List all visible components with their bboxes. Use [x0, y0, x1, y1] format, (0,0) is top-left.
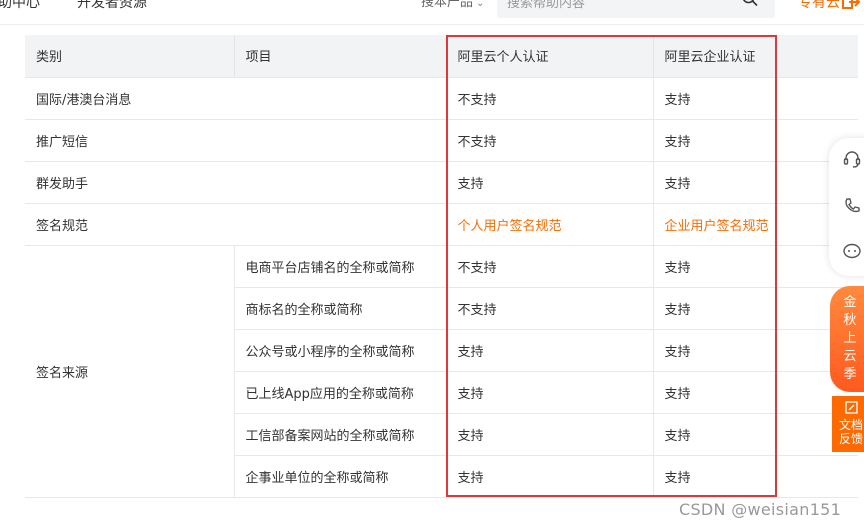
table-row: 国际/港澳台消息 不支持 支持 — [25, 77, 858, 120]
chat-icon[interactable] — [842, 241, 862, 261]
row-enterprise-value: 支持 — [652, 413, 858, 456]
chevron-down-icon: ⌄ — [476, 0, 485, 9]
edit-icon — [845, 401, 858, 414]
phone-icon[interactable] — [842, 196, 862, 216]
row-personal-value: 不支持 — [445, 287, 653, 330]
promo-campaign-button[interactable]: 金秋上云季 — [830, 286, 864, 392]
row-item: 公众号或小程序的全称或简称 — [233, 329, 446, 372]
private-cloud-link[interactable]: 专有云 — [798, 0, 840, 13]
headset-icon[interactable] — [842, 149, 862, 169]
row-enterprise-value: 支持 — [652, 371, 858, 414]
header-category: 类别 — [25, 35, 235, 78]
personal-signature-spec-link[interactable]: 个人用户签名规范 — [445, 203, 653, 246]
row-personal-value: 支持 — [445, 413, 653, 456]
row-enterprise-value: 支持 — [652, 455, 858, 498]
search-scope-label: 搜本产品 — [421, 0, 474, 10]
row-personal-value: 不支持 — [445, 119, 653, 162]
row-enterprise-value: 支持 — [652, 245, 858, 288]
floating-contact-panel — [829, 138, 864, 276]
promo-campaign-label: 金秋上云季 — [843, 295, 857, 382]
row-enterprise-value: 支持 — [652, 329, 858, 372]
row-enterprise-value: 支持 — [652, 77, 858, 120]
table-header-row: 类别 项目 阿里云个人认证 阿里云企业认证 — [25, 35, 858, 78]
nav-link-help-center[interactable]: 助中心 — [0, 0, 40, 13]
row-personal-value: 不支持 — [445, 77, 653, 120]
top-nav-bar: 助中心 开发者资源 搜本产品⌄ 专有云 — [0, 0, 864, 25]
row-category: 推广短信 — [25, 119, 446, 162]
row-category: 国际/港澳台消息 — [25, 77, 446, 120]
row-personal-value: 支持 — [445, 455, 653, 498]
table-row: 推广短信 不支持 支持 — [25, 119, 858, 162]
enterprise-signature-spec-link[interactable]: 企业用户签名规范 — [652, 203, 858, 246]
csdn-watermark: CSDN @weisian151 — [679, 500, 842, 519]
row-enterprise-value: 支持 — [652, 287, 858, 330]
row-category: 签名规范 — [25, 203, 446, 246]
table-row: 群发助手 支持 支持 — [25, 161, 858, 204]
search-box — [497, 0, 775, 18]
row-personal-value: 支持 — [445, 329, 653, 372]
header-item: 项目 — [234, 35, 447, 78]
table-row: 签名来源 电商平台店铺名的全称或简称 不支持 支持 — [25, 245, 858, 498]
auth-comparison-table: 类别 项目 阿里云个人认证 阿里云企业认证 国际/港澳台消息 不支持 支持 推广… — [25, 35, 858, 498]
row-category-signature-source: 签名来源 — [25, 245, 234, 498]
header-enterprise-auth: 阿里云企业认证 — [653, 35, 858, 78]
row-category: 群发助手 — [25, 161, 446, 204]
row-enterprise-value: 支持 — [652, 161, 858, 204]
comparison-table-wrapper: 类别 项目 阿里云个人认证 阿里云企业认证 国际/港澳台消息 不支持 支持 推广… — [25, 35, 858, 498]
header-personal-auth: 阿里云个人认证 — [446, 35, 654, 78]
login-arrow-icon[interactable] — [842, 0, 860, 9]
search-scope-dropdown[interactable]: 搜本产品 ⌄ — [421, 0, 484, 14]
row-item: 工信部备案网站的全称或简称 — [233, 413, 446, 456]
row-item: 企事业单位的全称或简称 — [233, 455, 446, 498]
row-personal-value: 支持 — [445, 371, 653, 414]
row-item: 已上线App应用的全称或简称 — [233, 371, 446, 414]
row-personal-value: 不支持 — [445, 245, 653, 288]
search-input[interactable] — [507, 0, 727, 14]
doc-feedback-label: 文档反馈 — [838, 418, 863, 446]
row-item: 电商平台店铺名的全称或简称 — [233, 245, 446, 288]
row-item: 商标名的全称或简称 — [233, 287, 446, 330]
nav-link-developer-resources[interactable]: 开发者资源 — [77, 0, 147, 13]
table-row: 签名规范 个人用户签名规范 企业用户签名规范 — [25, 203, 858, 246]
row-enterprise-value: 支持 — [652, 119, 858, 162]
search-icon[interactable] — [741, 0, 759, 10]
row-personal-value: 支持 — [445, 161, 653, 204]
doc-feedback-button[interactable]: 文档反馈 — [832, 396, 864, 452]
